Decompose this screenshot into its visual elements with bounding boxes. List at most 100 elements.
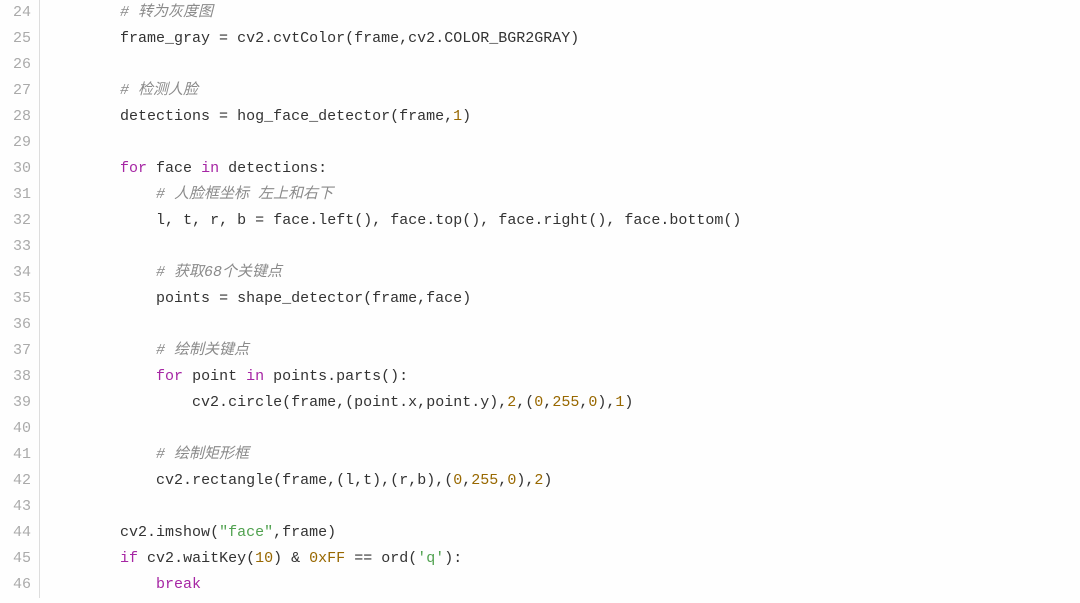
token-punct	[264, 368, 273, 385]
token-punct: (	[408, 550, 417, 567]
token-name: imshow	[156, 524, 210, 541]
token-name: face	[156, 160, 192, 177]
token-punct	[219, 160, 228, 177]
code-line: for point in points.parts():	[48, 364, 1080, 390]
token-comment: # 获取68个关键点	[156, 264, 282, 281]
token-name: parts	[336, 368, 381, 385]
token-punct: (	[282, 394, 291, 411]
token-punct: (	[273, 472, 282, 489]
token-punct: .	[534, 212, 543, 229]
token-name: face	[624, 212, 660, 229]
token-name: circle	[228, 394, 282, 411]
token-number: 0	[507, 472, 516, 489]
token-number: 2	[534, 472, 543, 489]
token-op: =	[219, 30, 228, 47]
line-number: 43	[12, 494, 31, 520]
token-punct: )	[462, 108, 471, 125]
token-comment: # 检测人脸	[120, 82, 198, 99]
token-punct: ,	[462, 472, 471, 489]
token-punct: ,	[219, 212, 237, 229]
token-punct: .	[147, 524, 156, 541]
code-area[interactable]: # 转为灰度图 frame_gray = cv2.cvtColor(frame,…	[40, 0, 1080, 598]
token-punct	[228, 30, 237, 47]
line-number: 39	[12, 390, 31, 416]
token-punct	[300, 550, 309, 567]
token-punct: ,(	[336, 394, 354, 411]
token-punct: ,	[579, 394, 588, 411]
token-string: "face"	[219, 524, 273, 541]
token-punct: ()	[723, 212, 741, 229]
token-punct: ,	[417, 394, 426, 411]
token-name: cv2	[120, 524, 147, 541]
token-number: 0	[534, 394, 543, 411]
code-line: cv2.circle(frame,(point.x,point.y),2,(0,…	[48, 390, 1080, 416]
token-name: cv2	[237, 30, 264, 47]
token-name: face	[390, 212, 426, 229]
token-punct: ,	[399, 30, 408, 47]
line-number: 24	[12, 0, 31, 26]
token-name: b	[237, 212, 246, 229]
token-punct: ,	[417, 290, 426, 307]
token-string: 'q'	[417, 550, 444, 567]
token-op: =	[255, 212, 264, 229]
token-punct	[372, 550, 381, 567]
code-line: # 转为灰度图	[48, 0, 1080, 26]
token-punct: (),	[588, 212, 624, 229]
token-punct: ),	[489, 394, 507, 411]
token-punct: ,	[408, 472, 417, 489]
token-name: frame	[372, 290, 417, 307]
token-name: points	[156, 290, 210, 307]
token-punct: ,(	[516, 394, 534, 411]
token-punct: .	[174, 550, 183, 567]
token-name: frame	[282, 472, 327, 489]
code-line: break	[48, 572, 1080, 598]
token-name: left	[318, 212, 354, 229]
code-line	[48, 130, 1080, 156]
token-op: &	[291, 550, 300, 567]
token-keyword: for	[156, 368, 183, 385]
token-punct: ),(	[372, 472, 399, 489]
token-punct: ,(	[327, 472, 345, 489]
token-name: frame_gray	[120, 30, 210, 47]
token-name: cvtColor	[273, 30, 345, 47]
line-number: 25	[12, 26, 31, 52]
token-punct	[147, 160, 156, 177]
line-number: 37	[12, 338, 31, 364]
token-comment: # 绘制矩形框	[156, 446, 249, 463]
line-number: 30	[12, 156, 31, 182]
token-punct: )	[543, 472, 552, 489]
token-keyword: if	[120, 550, 138, 567]
token-punct	[210, 30, 219, 47]
line-number: 45	[12, 546, 31, 572]
token-punct: ):	[444, 550, 462, 567]
token-punct: .	[426, 212, 435, 229]
token-punct	[183, 368, 192, 385]
line-number: 26	[12, 52, 31, 78]
token-name: r	[399, 472, 408, 489]
code-line: # 获取68个关键点	[48, 260, 1080, 286]
token-keyword: for	[120, 160, 147, 177]
token-comment: # 绘制关键点	[156, 342, 249, 359]
code-line: # 绘制矩形框	[48, 442, 1080, 468]
code-line: cv2.rectangle(frame,(l,t),(r,b),(0,255,0…	[48, 468, 1080, 494]
token-name: point	[192, 368, 237, 385]
token-op: =	[219, 108, 228, 125]
code-line	[48, 416, 1080, 442]
token-comment: # 人脸框坐标 左上和右下	[156, 186, 333, 203]
token-number: 2	[507, 394, 516, 411]
token-punct: (	[363, 290, 372, 307]
line-number: 32	[12, 208, 31, 234]
line-number: 31	[12, 182, 31, 208]
token-name: t	[183, 212, 192, 229]
line-number: 35	[12, 286, 31, 312]
token-builtin: ord	[381, 550, 408, 567]
code-line: l, t, r, b = face.left(), face.top(), fa…	[48, 208, 1080, 234]
token-punct	[210, 108, 219, 125]
line-number: 27	[12, 78, 31, 104]
token-punct	[192, 160, 201, 177]
token-name: x	[408, 394, 417, 411]
token-name: cv2	[192, 394, 219, 411]
token-punct: ),(	[426, 472, 453, 489]
token-name: waitKey	[183, 550, 246, 567]
token-punct	[246, 212, 255, 229]
